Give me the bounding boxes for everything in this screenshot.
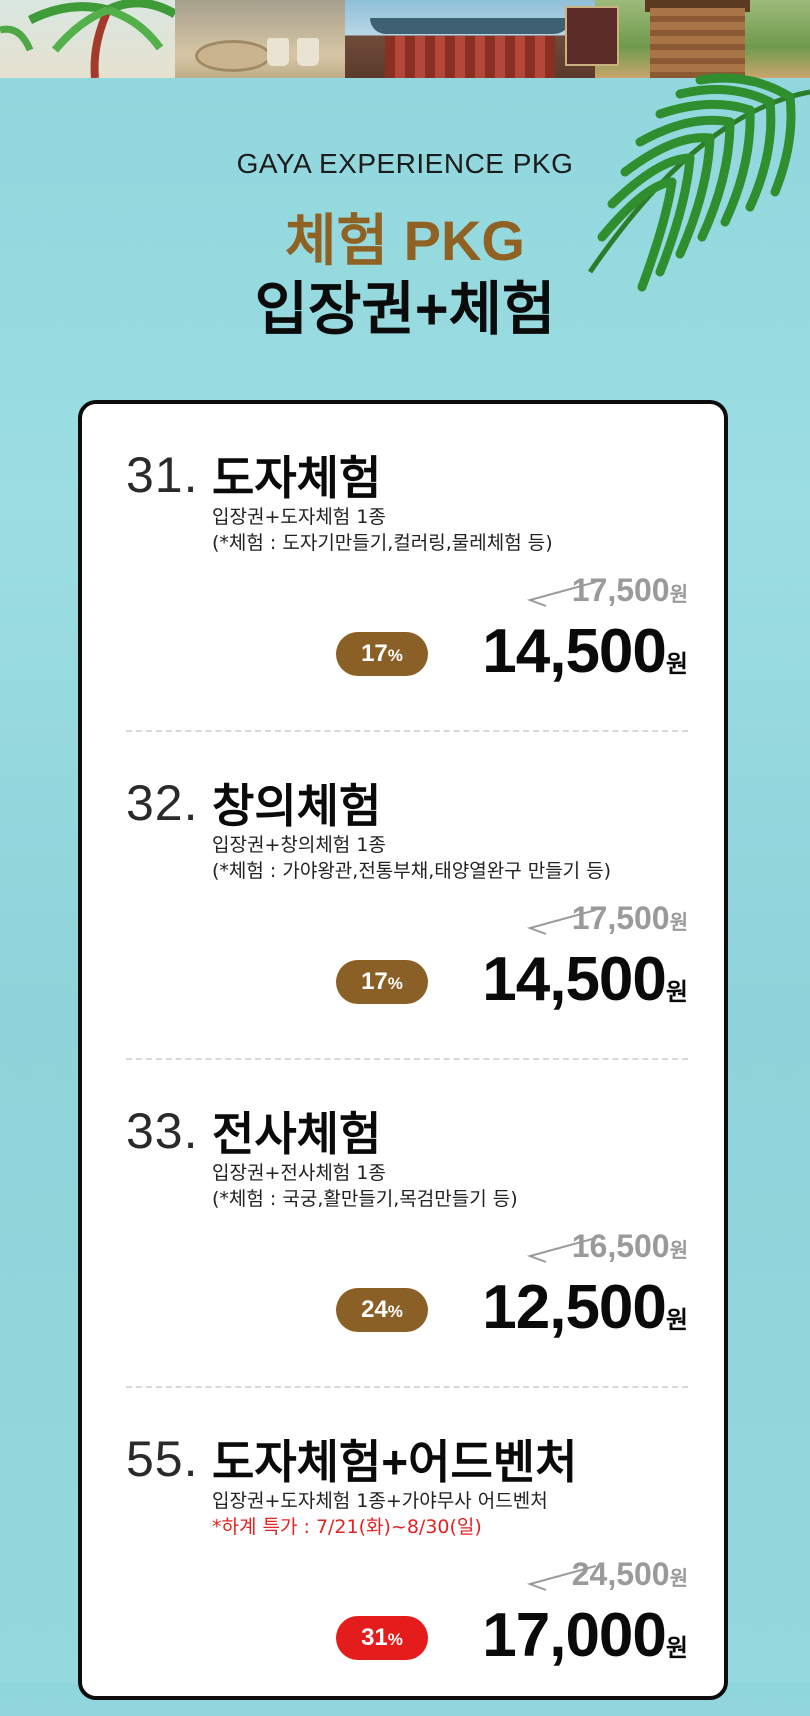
sale-price-value: 17,000 bbox=[482, 1601, 667, 1670]
item-name: 도자체험 bbox=[212, 452, 382, 504]
item-name: 도자체험+어드벤처 bbox=[212, 1436, 578, 1488]
sale-price: 17,000원 bbox=[482, 1600, 688, 1671]
palace-roof bbox=[370, 18, 570, 34]
currency-unit: 원 bbox=[665, 651, 688, 678]
original-price: 17,500원 bbox=[572, 900, 688, 937]
currency-unit: 원 bbox=[665, 979, 688, 1006]
item-number: 33. bbox=[126, 1103, 199, 1159]
tower-photo bbox=[565, 0, 810, 78]
item-name: 창의체험 bbox=[212, 780, 382, 832]
discount-value: 17 bbox=[361, 640, 388, 667]
item-name: 전사체험 bbox=[212, 1108, 382, 1160]
product-item[interactable]: 32. 창의체험 입장권+창의체험 1종 (*체험 : 가야왕관,전통부채,태양… bbox=[82, 732, 732, 1060]
percent-sign: % bbox=[387, 1302, 403, 1321]
original-price: 17,500원 bbox=[572, 572, 688, 609]
discount-badge: 17% bbox=[336, 632, 428, 676]
item-description: 입장권+전사체험 1종 bbox=[212, 1162, 386, 1184]
discount-badge: 24% bbox=[336, 1288, 428, 1332]
original-price-value: 17,500 bbox=[571, 572, 670, 608]
original-price: 16,500원 bbox=[572, 1228, 688, 1265]
palace-photo bbox=[345, 0, 595, 78]
item-number: 32. bbox=[126, 775, 199, 831]
percent-sign: % bbox=[387, 646, 403, 665]
original-price-value: 17,500 bbox=[571, 900, 670, 936]
top-photo-banner bbox=[0, 0, 810, 78]
discount-value: 31 bbox=[361, 1624, 388, 1651]
subtitle-english: GAYA EXPERIENCE PKG bbox=[236, 148, 574, 179]
discount-value: 24 bbox=[361, 1296, 388, 1323]
sale-price-value: 14,500 bbox=[482, 617, 667, 686]
original-price-value: 16,500 bbox=[571, 1228, 670, 1264]
pottery-cup bbox=[297, 38, 319, 66]
item-description: 입장권+도자체험 1종 bbox=[212, 506, 386, 528]
product-item[interactable]: 31. 도자체험 입장권+도자체험 1종 (*체험 : 도자기만들기,컬러링,물… bbox=[82, 404, 732, 732]
percent-sign: % bbox=[387, 1630, 403, 1649]
product-item[interactable]: 55. 도자체험+어드벤처 입장권+도자체험 1종+가야무사 어드벤처 *하계 … bbox=[82, 1388, 732, 1716]
discount-badge: 17% bbox=[336, 960, 428, 1004]
item-description: 입장권+도자체험 1종+가야무사 어드벤처 bbox=[212, 1490, 548, 1512]
product-card: 31. 도자체험 입장권+도자체험 1종 (*체험 : 도자기만들기,컬러링,물… bbox=[78, 400, 728, 1700]
discount-value: 17 bbox=[361, 968, 388, 995]
currency-unit: 원 bbox=[669, 1240, 688, 1262]
currency-unit: 원 bbox=[669, 584, 688, 606]
palace-hall bbox=[385, 36, 555, 78]
signboard bbox=[565, 6, 619, 66]
sale-price: 14,500원 bbox=[482, 944, 688, 1015]
pottery-photo bbox=[175, 0, 345, 78]
pottery-wheel bbox=[195, 40, 271, 72]
product-item[interactable]: 33. 전사체험 입장권+전사체험 1종 (*체험 : 국궁,활만들기,목검만들… bbox=[82, 1060, 732, 1388]
currency-unit: 원 bbox=[665, 1307, 688, 1334]
currency-unit: 원 bbox=[669, 1568, 688, 1590]
item-number: 55. bbox=[126, 1431, 199, 1487]
item-number: 31. bbox=[126, 447, 199, 503]
wooden-tower bbox=[650, 8, 745, 78]
sale-price: 14,500원 bbox=[482, 616, 688, 687]
item-detail: (*체험 : 도자기만들기,컬러링,물레체험 등) bbox=[212, 532, 553, 554]
sale-price-value: 14,500 bbox=[482, 945, 667, 1014]
item-description: 입장권+창의체험 1종 bbox=[212, 834, 386, 856]
palm-tree-icon bbox=[0, 0, 175, 78]
title-main: 입장권+체험 bbox=[254, 277, 556, 342]
item-detail: (*체험 : 가야왕관,전통부채,태양열완구 만들기 등) bbox=[212, 860, 612, 882]
sale-price: 12,500원 bbox=[482, 1272, 688, 1343]
currency-unit: 원 bbox=[665, 1635, 688, 1662]
percent-sign: % bbox=[387, 974, 403, 993]
currency-unit: 원 bbox=[669, 912, 688, 934]
summer-special-notice: *하계 특가 : 7/21(화)~8/30(일) bbox=[212, 1516, 482, 1538]
pottery-cup bbox=[267, 38, 289, 66]
original-price: 24,500원 bbox=[572, 1556, 688, 1593]
item-detail: (*체험 : 국궁,활만들기,목검만들기 등) bbox=[212, 1188, 518, 1210]
original-price-value: 24,500 bbox=[571, 1556, 670, 1592]
sale-price-value: 12,500 bbox=[482, 1273, 667, 1342]
discount-badge: 31% bbox=[336, 1616, 428, 1660]
